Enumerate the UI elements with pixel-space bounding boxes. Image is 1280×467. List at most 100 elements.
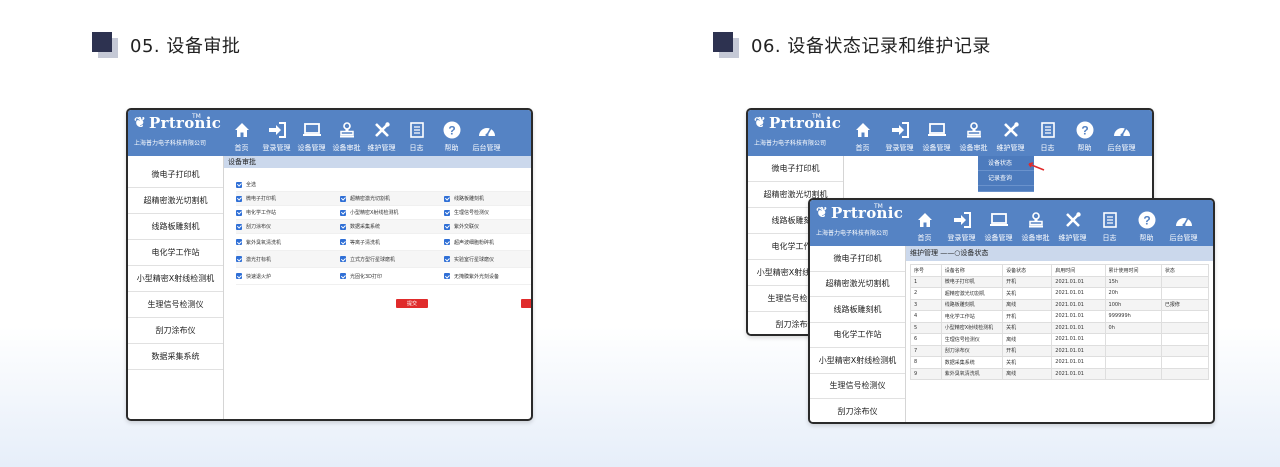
checkbox-label: 微电子打印机 xyxy=(246,196,277,202)
sidebar-item[interactable]: 刮刀涂布仪 xyxy=(128,318,223,344)
nav-item-stamp[interactable]: 设备审批 xyxy=(329,119,364,153)
device-checkbox[interactable]: 实验室行星球磨仪 xyxy=(444,256,531,263)
nav-item-laptop[interactable]: 设备管理 xyxy=(980,209,1017,243)
device-checkbox[interactable]: 超声波细胞粉碎机 xyxy=(444,239,531,246)
nav-item-login[interactable]: 登录管理 xyxy=(943,209,980,243)
table-cell: 2021.01.01 xyxy=(1051,298,1106,311)
table-row[interactable]: 7 刮刀涂布仪 开机 2021.01.01 xyxy=(910,344,1210,357)
sidebar-item[interactable]: 微电子打印机 xyxy=(810,246,905,272)
table-row[interactable]: 8 数据采集系统 关机 2021.01.01 xyxy=(910,356,1210,369)
nav-label: 后台管理 xyxy=(1107,144,1136,152)
app-header: ❦ Prtronic TM 上海普力电子科技有限公司 首页 登录管理 设备管理 设备审批 维护… xyxy=(748,110,1152,156)
nav-item-laptop[interactable]: 设备管理 xyxy=(918,119,955,153)
dropdown-item[interactable]: ... xyxy=(978,186,1034,197)
table-cell: 微电子打印机 xyxy=(940,275,1004,288)
table-cell xyxy=(1160,333,1210,346)
nav-item-log[interactable]: 日志 xyxy=(1091,209,1128,243)
device-checkbox[interactable]: 紫外交联仪 xyxy=(444,223,531,230)
nav-item-login[interactable]: 登录管理 xyxy=(881,119,918,153)
nav-item-login[interactable]: 登录管理 xyxy=(259,119,294,153)
nav-item-dashboard[interactable]: 后台管理 xyxy=(1103,119,1140,153)
nav-item-tools[interactable]: 维护管理 xyxy=(992,119,1029,153)
device-checkbox[interactable]: 等离子清洗机 xyxy=(340,239,444,246)
sidebar-item[interactable]: 生理信号检测仪 xyxy=(128,292,223,318)
sidebar-item[interactable]: 刮刀涂布仪 xyxy=(810,399,905,422)
dropdown-item[interactable]: 设备状态 xyxy=(978,156,1034,171)
sidebar-item[interactable]: 微电子打印机 xyxy=(128,162,223,188)
nav-item-home[interactable]: 首页 xyxy=(906,209,943,243)
table-cell xyxy=(1160,356,1210,369)
sidebar-item[interactable]: 线路板雕刻机 xyxy=(810,297,905,323)
device-checkbox[interactable]: 激光打标机 xyxy=(236,256,340,263)
nav-item-log[interactable]: 日志 xyxy=(1029,119,1066,153)
nav-item-help[interactable]: ? 帮助 xyxy=(1128,209,1165,243)
nav-label: 帮助 xyxy=(1077,144,1092,152)
table-row[interactable]: 2 超精密激光切割机 关机 2021.01.01 20h xyxy=(910,287,1210,300)
nav-item-help[interactable]: ? 帮助 xyxy=(1066,119,1103,153)
nav-item-home[interactable]: 首页 xyxy=(224,119,259,153)
device-checkbox[interactable]: 电化学工作站 xyxy=(236,209,340,216)
device-checkbox[interactable]: 快速退火炉 xyxy=(236,273,340,280)
nav-item-laptop[interactable]: 设备管理 xyxy=(294,119,329,153)
sidebar-item[interactable]: 线路板雕刻机 xyxy=(128,214,223,240)
table-cell: 电化学工作站 xyxy=(940,310,1004,323)
nav-item-home[interactable]: 首页 xyxy=(844,119,881,153)
sidebar-item[interactable]: 小型精密X射线检测机 xyxy=(810,348,905,374)
column-header: 累计使用时间 xyxy=(1104,264,1162,277)
select-all-checkbox[interactable]: 全选 xyxy=(236,181,340,188)
dropdown-item[interactable]: 记录查询 xyxy=(978,171,1034,186)
nav-item-stamp[interactable]: 设备审批 xyxy=(955,119,992,153)
device-checkbox[interactable]: 立式方型行星球磨机 xyxy=(340,256,444,263)
nav-item-log[interactable]: 日志 xyxy=(399,119,434,153)
nav-item-help[interactable]: ? 帮助 xyxy=(434,119,469,153)
device-checkbox[interactable]: 数据采集系统 xyxy=(340,223,444,230)
sidebar-item[interactable]: 数据采集系统 xyxy=(128,344,223,370)
table-row[interactable]: 3 线路板雕刻机 离线 2021.01.01 100h 已报修 xyxy=(910,298,1210,311)
device-checkbox[interactable]: 刮刀涂布仪 xyxy=(236,223,340,230)
table-cell: 关机 xyxy=(1002,356,1053,369)
nav-item-tools[interactable]: 维护管理 xyxy=(1054,209,1091,243)
device-row: 微电子打印机 超精密激光切割机 线路板雕刻机 xyxy=(236,192,531,206)
device-checkbox[interactable]: 光固化3D打印 xyxy=(340,273,444,280)
nav-item-stamp[interactable]: 设备审批 xyxy=(1017,209,1054,243)
cancel-button[interactable]: 取消 xyxy=(521,299,531,308)
table-row[interactable]: 4 电化学工作站 开机 2021.01.01 999999h xyxy=(910,310,1210,323)
device-checkbox[interactable]: 生理信号检测仪 xyxy=(444,209,531,216)
nav-item-dashboard[interactable]: 后台管理 xyxy=(469,119,504,153)
table-row[interactable]: 5 小型精密X射线检测机 关机 2021.01.01 0h xyxy=(910,321,1210,334)
checkbox-label: 小型精密X射线检测机 xyxy=(350,210,399,216)
device-checkbox[interactable]: 超精密激光切割机 xyxy=(340,195,444,202)
sidebar-item[interactable]: 电化学工作站 xyxy=(128,240,223,266)
sidebar-item[interactable]: 超精密激光切割机 xyxy=(810,272,905,297)
table-row[interactable]: 9 紫外臭氧清洗机 离线 2021.01.01 xyxy=(910,367,1210,380)
checkbox-label: 线路板雕刻机 xyxy=(454,196,485,202)
nav-label: 日志 xyxy=(1040,144,1055,152)
device-checkbox[interactable]: 小型精密X射线检测机 xyxy=(340,209,444,216)
table-cell: 6 xyxy=(910,333,942,346)
table-row[interactable]: 6 生理信号检测仪 离线 2021.01.01 xyxy=(910,333,1210,346)
sidebar-item[interactable]: 生理信号检测仪 xyxy=(810,374,905,399)
submit-button[interactable]: 提交 xyxy=(396,299,428,308)
log-icon xyxy=(409,119,424,141)
table-row[interactable]: 1 微电子打印机 开机 2021.01.01 15h xyxy=(910,275,1210,288)
brand-name: Prtronic xyxy=(769,114,842,132)
sidebar-item[interactable]: 微电子打印机 xyxy=(748,156,843,182)
sidebar-item[interactable]: 超精密激光切割机 xyxy=(128,188,223,214)
nav-item-dashboard[interactable]: 后台管理 xyxy=(1165,209,1202,243)
tools-icon xyxy=(373,119,391,141)
sidebar-item[interactable]: 小型精密X射线检测机 xyxy=(128,266,223,292)
device-row: 刮刀涂布仪 数据采集系统 紫外交联仪 xyxy=(236,220,531,234)
nav-label: 维护管理 xyxy=(1058,234,1087,242)
device-checkbox[interactable]: 微电子打印机 xyxy=(236,195,340,202)
nav-label: 维护管理 xyxy=(996,144,1025,152)
section-title: 05. 设备审批 xyxy=(130,36,241,57)
device-checkbox[interactable]: 紫外臭氧清洗机 xyxy=(236,239,340,246)
device-checkbox[interactable]: 线路板雕刻机 xyxy=(444,195,531,202)
nav-label: 首页 xyxy=(855,144,870,152)
checkbox-label: 实验室行星球磨仪 xyxy=(454,256,495,263)
sidebar-item[interactable]: 电化学工作站 xyxy=(810,323,905,348)
column-header: 设备名称 xyxy=(940,264,1004,277)
device-checkbox[interactable]: 无掩膜紫外光刻设备 xyxy=(444,273,531,280)
checkbox-label: 电化学工作站 xyxy=(246,210,277,216)
nav-item-tools[interactable]: 维护管理 xyxy=(364,119,399,153)
